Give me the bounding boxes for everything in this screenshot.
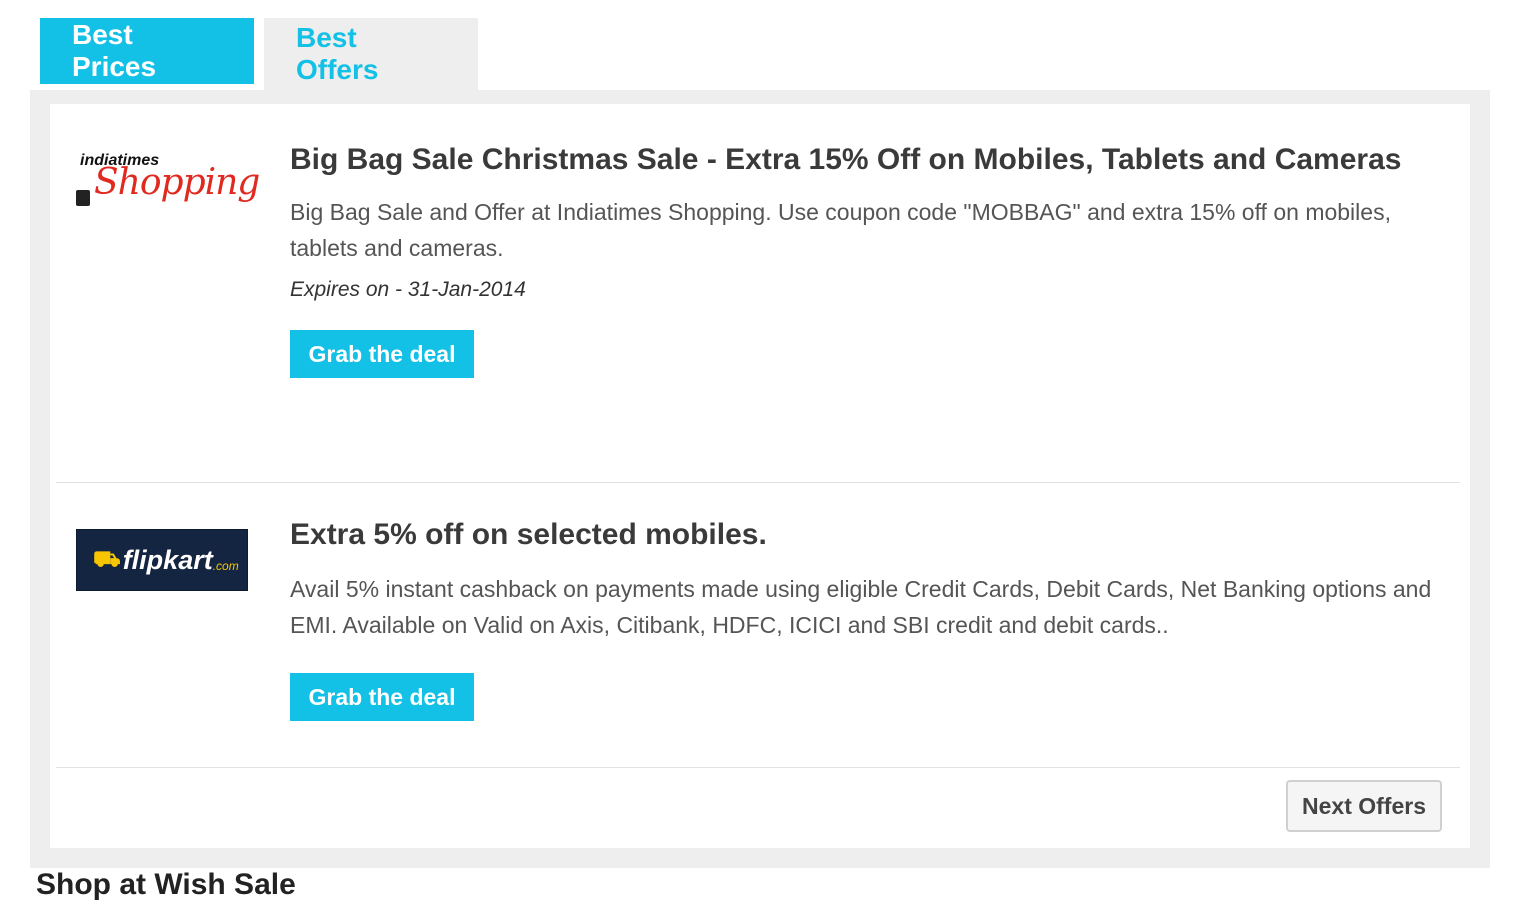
offer-title[interactable]: Extra 5% off on selected mobiles. bbox=[290, 511, 1460, 559]
offer-tabs: Best Prices Best Offers bbox=[40, 18, 478, 90]
offer-content: Big Bag Sale Christmas Sale - Extra 15% … bbox=[290, 136, 1460, 378]
indiatimes-shopping-logo: indiatimes Shopping bbox=[76, 150, 260, 226]
next-offers-button[interactable]: Next Offers bbox=[1286, 780, 1442, 832]
grab-deal-button[interactable]: Grab the deal bbox=[290, 330, 474, 378]
offer-title[interactable]: Big Bag Sale Christmas Sale - Extra 15% … bbox=[290, 136, 1460, 184]
section-heading: Shop at Wish Sale bbox=[36, 868, 296, 901]
logo-wordmark: flipkart bbox=[122, 544, 213, 575]
logo-suffix: .com bbox=[212, 559, 239, 573]
offer-item: ⛟ flipkart .com Extra 5% off on selected… bbox=[56, 483, 1460, 768]
cart-icon: ⛟ bbox=[93, 545, 121, 571]
offer-description: Avail 5% instant cashback on payments ma… bbox=[290, 576, 1432, 638]
offers-list: indiatimes Shopping Big Bag Sale Christm… bbox=[50, 104, 1470, 848]
offer-item: indiatimes Shopping Big Bag Sale Christm… bbox=[56, 104, 1460, 483]
offers-panel: indiatimes Shopping Big Bag Sale Christm… bbox=[30, 90, 1490, 868]
offer-description: Big Bag Sale and Offer at Indiatimes Sho… bbox=[290, 199, 1391, 261]
store-logo-indiatimes[interactable]: indiatimes Shopping bbox=[76, 150, 260, 226]
tab-best-offers[interactable]: Best Offers bbox=[264, 18, 478, 90]
flipkart-logo: ⛟ flipkart .com bbox=[76, 529, 248, 591]
offer-expiry: Expires on - 31-Jan-2014 bbox=[290, 278, 526, 301]
store-logo-flipkart[interactable]: ⛟ flipkart .com bbox=[76, 529, 248, 591]
logo-script: Shopping bbox=[94, 162, 260, 203]
grab-deal-button[interactable]: Grab the deal bbox=[290, 673, 474, 721]
tab-best-prices[interactable]: Best Prices bbox=[40, 18, 254, 84]
shopping-bag-icon bbox=[76, 190, 90, 206]
offer-content: Extra 5% off on selected mobiles. Avail … bbox=[290, 511, 1460, 721]
